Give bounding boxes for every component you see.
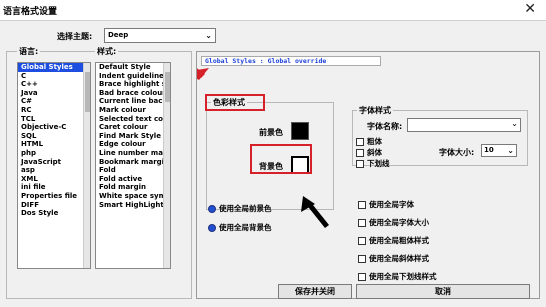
style-list-item[interactable]: Line number margin bbox=[96, 149, 170, 158]
language-list-item[interactable]: Dos Style bbox=[18, 209, 90, 218]
style-configurator-dialog: 选择主题: Deep ⌄ 语言: 样式: Global Styles C C++ Ja… bbox=[0, 20, 546, 307]
language-list-item[interactable]: php bbox=[18, 149, 90, 158]
style-list-item[interactable]: Edge colour bbox=[96, 140, 170, 149]
language-list-item[interactable]: RC bbox=[18, 106, 90, 115]
style-list-item[interactable]: Fold active bbox=[96, 175, 170, 184]
language-style-group: 语言: 样式: Global Styles C C++ Java C# RC TCL Obje… bbox=[6, 46, 192, 299]
use-global-font-label: 使用全局字体 bbox=[369, 200, 414, 209]
language-list-item[interactable]: DIFF bbox=[18, 201, 90, 210]
checkbox-box[interactable] bbox=[358, 200, 366, 209]
language-list-item[interactable]: C# bbox=[18, 97, 90, 106]
language-list-item[interactable]: ini file bbox=[18, 183, 90, 192]
radio-dot[interactable] bbox=[208, 223, 216, 232]
style-list-item[interactable]: Smart HighLighting bbox=[96, 201, 170, 210]
save-and-close-button[interactable]: 保存并关闭 bbox=[278, 284, 352, 299]
language-list-item[interactable]: Global Styles bbox=[18, 63, 90, 72]
annotation-arrowhead-red bbox=[197, 68, 209, 80]
use-global-bold-checkbox[interactable]: 使用全局粗体样式 bbox=[358, 235, 429, 246]
checkbox-box[interactable] bbox=[356, 148, 364, 157]
style-list-item[interactable]: Find Mark Style bbox=[96, 132, 170, 141]
use-global-bold-label: 使用全局粗体样式 bbox=[369, 236, 429, 245]
language-list-scrollbar[interactable] bbox=[83, 63, 90, 268]
scrollbar-thumb[interactable] bbox=[85, 72, 90, 112]
language-list-item[interactable]: Properties file bbox=[18, 192, 90, 201]
style-list-item[interactable]: Current line background bbox=[96, 97, 170, 106]
checkbox-box[interactable] bbox=[358, 254, 366, 263]
style-properties-panel: Global Styles : Global override 色彩样式 前景色… bbox=[196, 51, 540, 299]
checkbox-box[interactable] bbox=[358, 218, 366, 227]
language-list[interactable]: Global Styles C C++ Java C# RC TCL Objective-C S… bbox=[17, 62, 91, 269]
window-title: 语言格式设置 bbox=[3, 7, 58, 17]
language-list-item[interactable]: XML bbox=[18, 175, 90, 184]
italic-checkbox[interactable]: 斜体 bbox=[356, 147, 382, 158]
language-list-item[interactable]: HTML bbox=[18, 140, 90, 149]
underline-checkbox[interactable]: 下划线 bbox=[356, 158, 390, 169]
style-list-item[interactable]: Bad brace colour bbox=[96, 89, 170, 98]
style-list-scrollbar[interactable] bbox=[163, 63, 170, 268]
style-list-item[interactable]: Indent guideline style bbox=[96, 72, 170, 81]
font-style-group: 字体样式 字体名称: ⌄ 粗体 斜体 下划线 字体大小: 10 ⌄ bbox=[352, 105, 528, 169]
style-list-item[interactable]: Default Style bbox=[96, 63, 170, 72]
language-list-item[interactable]: asp bbox=[18, 166, 90, 175]
use-global-fg-label: 使用全局前景色 bbox=[219, 204, 272, 213]
language-list-item[interactable]: C++ bbox=[18, 80, 90, 89]
language-list-item[interactable]: Java bbox=[18, 89, 90, 98]
use-global-italic-label: 使用全局斜体样式 bbox=[369, 254, 429, 263]
use-global-bg-radio[interactable]: 使用全局背景色 bbox=[208, 222, 272, 233]
checkbox-box[interactable] bbox=[356, 159, 364, 168]
cancel-button[interactable]: 取消 bbox=[356, 284, 530, 299]
use-global-font-size-checkbox[interactable]: 使用全局字体大小 bbox=[358, 217, 429, 228]
use-global-fg-radio[interactable]: 使用全局前景色 bbox=[208, 203, 272, 214]
language-list-item[interactable]: JavaScript bbox=[18, 158, 90, 167]
font-size-value: 10 bbox=[484, 146, 494, 154]
title-bar: 语言格式设置 ✕ bbox=[0, 0, 546, 20]
chevron-down-icon: ⌄ bbox=[507, 146, 514, 155]
font-name-label: 字体名称: bbox=[367, 122, 403, 131]
language-list-item[interactable]: TCL bbox=[18, 115, 90, 124]
use-global-font-size-label: 使用全局字体大小 bbox=[369, 218, 429, 227]
bold-label: 粗体 bbox=[367, 137, 382, 146]
use-global-font-checkbox[interactable]: 使用全局字体 bbox=[358, 199, 414, 210]
style-list-item[interactable]: White space symbol bbox=[96, 192, 170, 201]
chevron-down-icon: ⌄ bbox=[205, 31, 212, 40]
font-style-title: 字体样式 bbox=[357, 105, 393, 116]
language-list-item[interactable]: Objective-C bbox=[18, 123, 90, 132]
style-list[interactable]: Default StyleIndent guideline styleBrace… bbox=[95, 62, 171, 269]
style-list-item[interactable]: Bookmark margin bbox=[96, 158, 170, 167]
checkbox-box[interactable] bbox=[358, 236, 366, 245]
font-size-select[interactable]: 10 ⌄ bbox=[481, 144, 517, 157]
bold-checkbox[interactable]: 粗体 bbox=[356, 136, 382, 147]
theme-value: Deep bbox=[108, 31, 129, 39]
close-icon[interactable]: ✕ bbox=[524, 1, 536, 17]
scrollbar-thumb[interactable] bbox=[165, 72, 170, 102]
style-list-item[interactable]: Fold bbox=[96, 166, 170, 175]
chevron-down-icon: ⌄ bbox=[511, 119, 518, 128]
use-global-underline-checkbox[interactable]: 使用全局下划线样式 bbox=[358, 271, 437, 282]
language-list-item[interactable]: C bbox=[18, 72, 90, 81]
use-global-italic-checkbox[interactable]: 使用全局斜体样式 bbox=[358, 253, 429, 264]
style-list-item[interactable]: Caret colour bbox=[96, 123, 170, 132]
theme-select[interactable]: Deep ⌄ bbox=[104, 28, 216, 43]
checkbox-box[interactable] bbox=[358, 272, 366, 281]
underline-label: 下划线 bbox=[367, 159, 390, 168]
language-list-title: 语言: bbox=[17, 46, 41, 57]
language-list-item[interactable]: SQL bbox=[18, 132, 90, 141]
checkbox-box[interactable] bbox=[356, 137, 364, 146]
use-global-bg-label: 使用全局背景色 bbox=[219, 223, 272, 232]
theme-label: 选择主题: bbox=[57, 32, 93, 41]
font-name-select[interactable]: ⌄ bbox=[407, 118, 521, 132]
style-list-title: 样式: bbox=[95, 46, 119, 57]
style-list-item[interactable]: Fold margin bbox=[96, 183, 170, 192]
style-list-item[interactable]: Mark colour bbox=[96, 106, 170, 115]
style-list-item[interactable]: Selected text colour bbox=[96, 115, 170, 124]
style-list-item[interactable]: Brace highlight style bbox=[96, 80, 170, 89]
radio-dot[interactable] bbox=[208, 204, 216, 213]
font-size-label: 字体大小: bbox=[439, 148, 475, 157]
use-global-underline-label: 使用全局下划线样式 bbox=[369, 272, 437, 281]
italic-label: 斜体 bbox=[367, 148, 382, 157]
